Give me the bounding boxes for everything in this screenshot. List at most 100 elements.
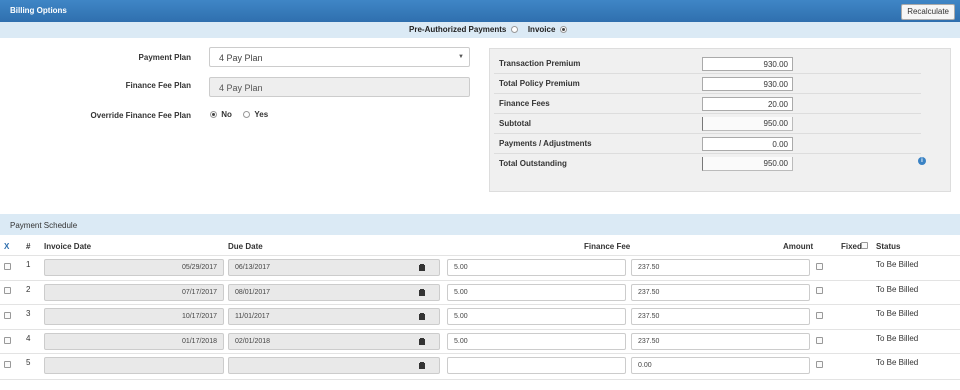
amount-column-header: Amount	[783, 242, 814, 251]
row-divider	[0, 255, 960, 256]
fixed-checkbox[interactable]	[816, 312, 823, 319]
due-date-value: 06/13/2017	[235, 264, 271, 271]
invoice-date-column-header: Invoice Date	[44, 242, 92, 251]
amount-input[interactable]: 237.50	[631, 284, 810, 301]
row-divider	[0, 280, 960, 281]
subtotal-value: 950.00	[702, 117, 793, 131]
row-divider	[0, 353, 960, 354]
due-date-value: 11/01/2017	[235, 313, 270, 320]
finance-fee-input[interactable]: 5.00	[447, 308, 626, 325]
due-date-field[interactable]: 08/01/2017	[228, 284, 440, 301]
summary-row: Total Outstanding 950.00	[494, 154, 921, 174]
invoice-date-field: 05/29/2017	[44, 259, 224, 276]
row-select-checkbox[interactable]	[4, 312, 11, 319]
finance-fee-input[interactable]	[447, 357, 626, 374]
finance-fee-input[interactable]: 5.00	[447, 333, 626, 350]
fixed-checkbox[interactable]	[816, 287, 823, 294]
finance-fee-plan-value: 4 Pay Plan	[219, 83, 263, 93]
amount-input[interactable]: 237.50	[631, 259, 810, 276]
finance-fee-plan-field: 4 Pay Plan	[209, 77, 470, 97]
calendar-icon[interactable]	[419, 338, 425, 345]
payment-method-bar: Pre-Authorized Payments Invoice	[0, 22, 960, 38]
override-no-label: No	[221, 110, 232, 119]
summary-label: Total Policy Premium	[499, 79, 580, 88]
due-date-value: 08/01/2017	[235, 289, 271, 296]
calendar-icon[interactable]	[419, 264, 425, 271]
override-yes-radio[interactable]	[243, 111, 251, 118]
due-date-field[interactable]: 02/01/2018	[228, 333, 440, 350]
override-radio-group: No Yes	[208, 110, 275, 119]
summary-row: Transaction Premium 930.00	[494, 54, 921, 74]
summary-label: Finance Fees	[499, 99, 550, 108]
select-all-column-header[interactable]: X	[4, 242, 9, 251]
due-date-value: 02/01/2018	[235, 338, 271, 345]
override-no-radio[interactable]	[210, 111, 217, 118]
preauth-label: Pre-Authorized Payments	[409, 25, 507, 34]
fixed-column-header: Fixed	[841, 242, 862, 251]
payment-plan-select[interactable]: 4 Pay Plan ▼	[209, 47, 470, 67]
status-text: To Be Billed	[876, 285, 919, 294]
status-text: To Be Billed	[876, 260, 919, 269]
finance-fees-input[interactable]: 20.00	[702, 97, 793, 111]
number-column-header: #	[26, 242, 31, 251]
due-date-column-header: Due Date	[228, 242, 263, 251]
fixed-checkbox[interactable]	[816, 263, 823, 270]
row-number: 1	[26, 260, 31, 269]
override-yes-label: Yes	[254, 110, 269, 119]
row-number: 3	[26, 309, 31, 318]
recalculate-button[interactable]: Recalculate	[901, 4, 955, 20]
row-number: 2	[26, 285, 31, 294]
due-date-field[interactable]: 06/13/2017	[228, 259, 440, 276]
row-number: 5	[26, 358, 31, 367]
finance-fee-column-header: Finance Fee	[584, 242, 631, 251]
status-text: To Be Billed	[876, 358, 919, 367]
calendar-icon[interactable]	[419, 313, 425, 320]
invoice-label: Invoice	[527, 25, 556, 34]
summary-label: Subtotal	[499, 119, 531, 128]
calendar-icon[interactable]	[419, 362, 425, 369]
override-finance-fee-label: Override Finance Fee Plan	[90, 111, 191, 120]
calendar-icon[interactable]	[419, 289, 425, 296]
info-icon[interactable]: i	[918, 157, 926, 165]
row-select-checkbox[interactable]	[4, 361, 11, 368]
due-date-field[interactable]: 11/01/2017	[228, 308, 440, 325]
due-date-field[interactable]	[228, 357, 440, 374]
row-divider	[0, 304, 960, 305]
amount-input[interactable]: 0.00	[631, 357, 810, 374]
status-text: To Be Billed	[876, 309, 919, 318]
row-select-checkbox[interactable]	[4, 287, 11, 294]
status-column-header: Status	[876, 242, 901, 251]
chevron-down-icon: ▼	[458, 54, 464, 60]
status-text: To Be Billed	[876, 334, 919, 343]
fixed-all-checkbox[interactable]	[861, 242, 868, 249]
summary-row: Total Policy Premium 930.00	[494, 74, 921, 94]
transaction-premium-input[interactable]: 930.00	[702, 57, 793, 71]
row-select-checkbox[interactable]	[4, 263, 11, 270]
page-title: Billing Options	[10, 6, 67, 15]
payment-schedule-header: Payment Schedule	[0, 214, 960, 235]
invoice-date-field: 01/17/2018	[44, 333, 224, 350]
payments-adjustments-input[interactable]: 0.00	[702, 137, 793, 151]
amount-input[interactable]: 237.50	[631, 333, 810, 350]
summary-row: Subtotal 950.00	[494, 114, 921, 134]
row-number: 4	[26, 334, 31, 343]
total-outstanding-value: 950.00	[702, 157, 793, 171]
invoice-date-field: 10/17/2017	[44, 308, 224, 325]
total-policy-premium-input[interactable]: 930.00	[702, 77, 793, 91]
row-select-checkbox[interactable]	[4, 337, 11, 344]
summary-label: Transaction Premium	[499, 59, 581, 68]
finance-fee-input[interactable]: 5.00	[447, 284, 626, 301]
payment-plan-value: 4 Pay Plan	[219, 53, 263, 63]
amount-input[interactable]: 237.50	[631, 308, 810, 325]
finance-fee-input[interactable]: 5.00	[447, 259, 626, 276]
payment-schedule-title: Payment Schedule	[10, 221, 78, 230]
invoice-date-field	[44, 357, 224, 374]
finance-fee-plan-label: Finance Fee Plan	[125, 81, 191, 90]
fixed-checkbox[interactable]	[816, 361, 823, 368]
summary-row: Finance Fees 20.00	[494, 94, 921, 114]
invoice-date-field: 07/17/2017	[44, 284, 224, 301]
preauth-radio[interactable]	[510, 26, 518, 33]
fixed-checkbox[interactable]	[816, 337, 823, 344]
summary-label: Payments / Adjustments	[499, 139, 592, 148]
invoice-radio[interactable]	[559, 26, 567, 33]
